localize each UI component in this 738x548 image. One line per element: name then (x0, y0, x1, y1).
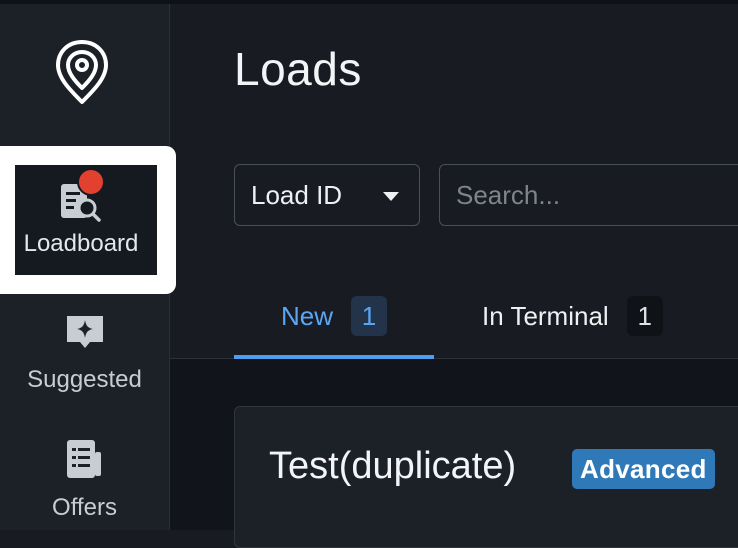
map-pin-logo-icon[interactable] (54, 38, 110, 106)
sidebar-item-offers[interactable]: Offers (0, 438, 169, 548)
sidebar-item-suggested[interactable]: Suggested (0, 310, 169, 420)
document-list-icon (63, 438, 107, 484)
sidebar-item-label: Suggested (27, 366, 142, 393)
tab-in-terminal[interactable]: In Terminal 1 (482, 274, 663, 358)
sidebar-item-label: Loadboard (23, 230, 139, 257)
tab-bar: New 1 In Terminal 1 (170, 274, 738, 359)
load-card-title: Test(duplicate) (269, 445, 517, 487)
notification-dot (77, 168, 105, 196)
search-input[interactable] (439, 164, 738, 226)
select-value: Load ID (251, 179, 343, 210)
tab-label: In Terminal (482, 300, 609, 331)
caret-down-icon (383, 192, 399, 201)
tab-label: New (280, 300, 333, 331)
load-id-select[interactable]: Load ID (234, 164, 420, 226)
tab-count-badge: 1 (626, 296, 663, 336)
load-card[interactable]: Test(duplicate) Advanced (234, 406, 738, 548)
loadboard-search-icon (59, 168, 105, 222)
advanced-tag: Advanced (572, 449, 715, 489)
page-title: Loads (234, 43, 362, 95)
main-content: Loads Load ID New 1 In Terminal 1 Test(d… (170, 4, 738, 548)
sidebar-item-label: Offers (52, 494, 117, 521)
sparkle-chat-icon (63, 310, 107, 356)
tab-new[interactable]: New 1 (234, 274, 434, 359)
tab-count-badge: 1 (351, 296, 387, 336)
sidebar-item-loadboard[interactable]: Loadboard (0, 168, 162, 286)
